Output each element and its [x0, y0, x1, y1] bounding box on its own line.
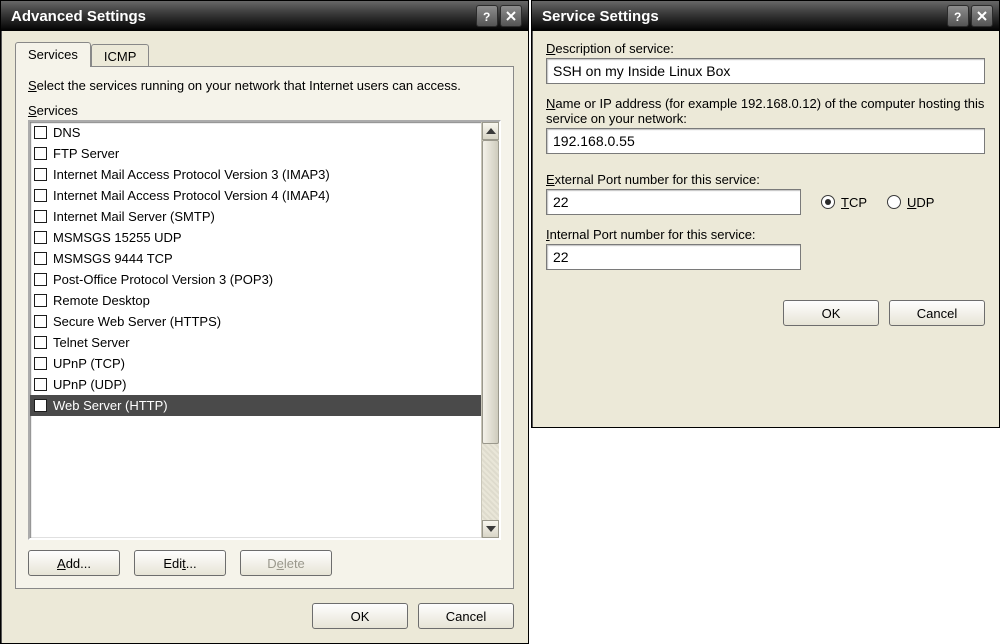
- external-port-label: External Port number for this service:: [546, 172, 985, 187]
- address-input[interactable]: [546, 128, 985, 154]
- service-item[interactable]: Remote Desktop: [30, 290, 481, 311]
- instruction-text: Select the services running on your netw…: [28, 77, 501, 95]
- help-button[interactable]: ?: [476, 5, 498, 27]
- address-label: Name or IP address (for example 192.168.…: [546, 96, 985, 126]
- service-item-label: Web Server (HTTP): [53, 398, 168, 413]
- tab-services[interactable]: Services: [15, 42, 91, 67]
- service-item[interactable]: MSMSGS 9444 TCP: [30, 248, 481, 269]
- ok-button[interactable]: OK: [312, 603, 408, 629]
- window-title: Service Settings: [538, 8, 945, 25]
- checkbox-icon[interactable]: [34, 315, 47, 328]
- close-icon: [505, 10, 517, 22]
- internal-port-input[interactable]: [546, 244, 801, 270]
- service-item-label: Telnet Server: [53, 335, 130, 350]
- tcp-label: TCP: [841, 195, 867, 210]
- svg-text:?: ?: [954, 10, 961, 22]
- titlebar-advanced[interactable]: Advanced Settings ?: [1, 1, 528, 31]
- advanced-settings-window: Advanced Settings ? Services ICMP Select…: [0, 0, 529, 644]
- service-settings-window: Service Settings ? Description of servic…: [531, 0, 1000, 428]
- services-listbox[interactable]: DNS FTP Server Internet Mail Access Protoc…: [28, 120, 501, 540]
- checkbox-icon[interactable]: [34, 189, 47, 202]
- radio-icon: [821, 195, 835, 209]
- tabstrip: Services ICMP: [15, 41, 514, 67]
- titlebar-service[interactable]: Service Settings ?: [532, 1, 999, 31]
- tab-icmp[interactable]: ICMP: [91, 44, 150, 67]
- close-button[interactable]: [971, 5, 993, 27]
- service-item-label: UPnP (UDP): [53, 377, 126, 392]
- service-item[interactable]: Post-Office Protocol Version 3 (POP3): [30, 269, 481, 290]
- scroll-track[interactable]: [482, 140, 499, 520]
- service-item[interactable]: Internet Mail Access Protocol Version 3 …: [30, 164, 481, 185]
- service-item[interactable]: UPnP (TCP): [30, 353, 481, 374]
- radio-icon: [887, 195, 901, 209]
- checkbox-icon[interactable]: [34, 378, 47, 391]
- tabpage-services: Select the services running on your netw…: [15, 66, 514, 589]
- tcp-radio[interactable]: TCP: [821, 195, 867, 210]
- scrollbar[interactable]: [481, 122, 499, 538]
- service-item-label: UPnP (TCP): [53, 356, 125, 371]
- description-label: Description of service:: [546, 41, 985, 56]
- service-item[interactable]: UPnP (UDP): [30, 374, 481, 395]
- arrow-up-icon: [486, 128, 496, 134]
- description-input[interactable]: [546, 58, 985, 84]
- service-item[interactable]: Web Server (HTTP): [30, 395, 481, 416]
- checkbox-icon[interactable]: [34, 357, 47, 370]
- service-item-label: Internet Mail Server (SMTP): [53, 209, 215, 224]
- checkbox-icon[interactable]: [34, 210, 47, 223]
- client-area: Services ICMP Select the services runnin…: [1, 31, 528, 643]
- edit-button[interactable]: Edit...: [134, 550, 226, 576]
- checkbox-icon[interactable]: [34, 231, 47, 244]
- service-item-label: Post-Office Protocol Version 3 (POP3): [53, 272, 273, 287]
- checkbox-icon[interactable]: [34, 336, 47, 349]
- internal-port-label: Internal Port number for this service:: [546, 227, 985, 242]
- cancel-button[interactable]: Cancel: [418, 603, 514, 629]
- service-item[interactable]: FTP Server: [30, 143, 481, 164]
- service-item-label: FTP Server: [53, 146, 119, 161]
- service-item-label: MSMSGS 15255 UDP: [53, 230, 182, 245]
- checkbox-icon[interactable]: [34, 294, 47, 307]
- checkbox-icon[interactable]: [34, 399, 47, 412]
- checkbox-icon[interactable]: [34, 252, 47, 265]
- service-item[interactable]: Internet Mail Access Protocol Version 4 …: [30, 185, 481, 206]
- svg-text:?: ?: [483, 10, 490, 22]
- external-port-input[interactable]: [546, 189, 801, 215]
- list-button-row: Add... Edit... Delete: [28, 550, 501, 576]
- scroll-thumb[interactable]: [482, 140, 499, 444]
- udp-radio[interactable]: UDP: [887, 195, 934, 210]
- delete-button[interactable]: Delete: [240, 550, 332, 576]
- window-title: Advanced Settings: [7, 8, 474, 25]
- checkbox-icon[interactable]: [34, 126, 47, 139]
- service-item-label: Internet Mail Access Protocol Version 3 …: [53, 167, 330, 182]
- checkbox-icon[interactable]: [34, 273, 47, 286]
- add-button[interactable]: Add...: [28, 550, 120, 576]
- service-item-label: MSMSGS 9444 TCP: [53, 251, 173, 266]
- scroll-down-button[interactable]: [482, 520, 499, 538]
- help-icon: ?: [481, 10, 493, 22]
- service-item[interactable]: Secure Web Server (HTTPS): [30, 311, 481, 332]
- cancel-button[interactable]: Cancel: [889, 300, 985, 326]
- service-item-label: DNS: [53, 125, 80, 140]
- udp-label: UDP: [907, 195, 934, 210]
- close-button[interactable]: [500, 5, 522, 27]
- dialog-button-row: OK Cancel: [546, 300, 985, 326]
- dialog-button-row: OK Cancel: [15, 603, 514, 629]
- service-item[interactable]: MSMSGS 15255 UDP: [30, 227, 481, 248]
- service-item-label: Secure Web Server (HTTPS): [53, 314, 221, 329]
- service-item-label: Internet Mail Access Protocol Version 4 …: [53, 188, 330, 203]
- services-label: Services: [28, 103, 501, 118]
- checkbox-icon[interactable]: [34, 168, 47, 181]
- arrow-down-icon: [486, 526, 496, 532]
- service-item-label: Remote Desktop: [53, 293, 150, 308]
- help-button[interactable]: ?: [947, 5, 969, 27]
- service-item[interactable]: DNS: [30, 122, 481, 143]
- service-item[interactable]: Internet Mail Server (SMTP): [30, 206, 481, 227]
- client-area: Description of service: Name or IP addre…: [532, 31, 999, 427]
- service-item[interactable]: Telnet Server: [30, 332, 481, 353]
- help-icon: ?: [952, 10, 964, 22]
- ok-button[interactable]: OK: [783, 300, 879, 326]
- close-icon: [976, 10, 988, 22]
- scroll-up-button[interactable]: [482, 122, 499, 140]
- checkbox-icon[interactable]: [34, 147, 47, 160]
